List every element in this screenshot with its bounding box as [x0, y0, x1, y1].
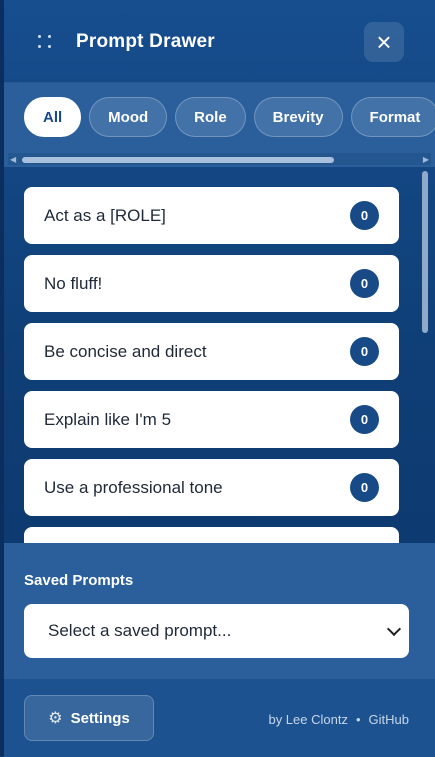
tab-mood[interactable]: Mood [89, 97, 168, 137]
prompt-label: Explain like I'm 5 [44, 409, 172, 429]
separator-dot: • [355, 712, 361, 727]
saved-prompts-label: Saved Prompts [24, 572, 134, 589]
usage-count-badge: 0 [350, 337, 379, 366]
list-vertical-scrollbar[interactable] [419, 167, 431, 543]
scrollbar-thumb[interactable] [22, 157, 334, 163]
author-credit: by Lee Clontz [268, 712, 348, 727]
usage-count-badge: 0 [350, 473, 379, 502]
list-item[interactable]: No fluff! 0 [24, 255, 399, 312]
settings-label: Settings [70, 709, 130, 727]
tab-all[interactable]: All [24, 97, 82, 137]
tabs-horizontal-scrollbar[interactable]: ◀ ▶ [8, 153, 431, 165]
drawer-footer: ⚙ Settings by Lee Clontz • GitHub [4, 678, 435, 757]
prompt-list-area: Act as a [ROLE] 0 No fluff! 0 Be concise… [4, 167, 435, 543]
scroll-right-icon[interactable]: ▶ [423, 155, 429, 164]
saved-prompt-placeholder: Select a saved prompt... [48, 621, 232, 640]
drawer-title: Prompt Drawer [76, 31, 215, 52]
prompt-label: Be concise and direct [44, 341, 207, 361]
list-item[interactable]: Explain like I'm 5 0 [24, 391, 399, 448]
prompt-label: No fluff! [44, 273, 103, 293]
tab-brevity[interactable]: Brevity [253, 97, 343, 137]
github-link[interactable]: GitHub [369, 712, 409, 727]
usage-count-badge: 0 [350, 269, 379, 298]
prompt-drawer-panel: Prompt Drawer × All Mood Role Brevity Fo… [0, 0, 435, 757]
scrollbar-thumb[interactable] [422, 171, 428, 333]
list-item[interactable]: Use a professional tone 0 [24, 459, 399, 516]
usage-count-badge: 0 [350, 405, 379, 434]
prompt-list: Act as a [ROLE] 0 No fluff! 0 Be concise… [24, 187, 399, 543]
credits: by Lee Clontz • GitHub [268, 712, 409, 727]
category-tabs: All Mood Role Brevity Format [24, 97, 435, 137]
saved-prompts-section: Saved Prompts Select a saved prompt... [4, 543, 435, 678]
gear-icon: ⚙ [48, 710, 63, 727]
settings-button[interactable]: ⚙ Settings [24, 695, 154, 741]
prompt-label: Act as a [ROLE] [44, 205, 166, 225]
close-button[interactable]: × [364, 22, 404, 62]
close-icon: × [376, 27, 392, 57]
scroll-left-icon[interactable]: ◀ [10, 155, 16, 164]
list-item[interactable]: Act as a [ROLE] 0 [24, 187, 399, 244]
drag-handle-icon[interactable] [38, 35, 54, 51]
prompt-label: Use a professional tone [44, 477, 223, 497]
tab-role[interactable]: Role [175, 97, 246, 137]
drawer-header: Prompt Drawer × [4, 0, 435, 83]
saved-prompt-select[interactable]: Select a saved prompt... [24, 604, 409, 658]
tab-format[interactable]: Format [350, 97, 435, 137]
usage-count-badge: 0 [350, 201, 379, 230]
list-item[interactable]: Be concise and direct 0 [24, 323, 399, 380]
list-item[interactable] [24, 527, 399, 543]
chevron-down-icon [386, 621, 402, 637]
category-tabs-area: All Mood Role Brevity Format ◀ ▶ [4, 83, 435, 167]
